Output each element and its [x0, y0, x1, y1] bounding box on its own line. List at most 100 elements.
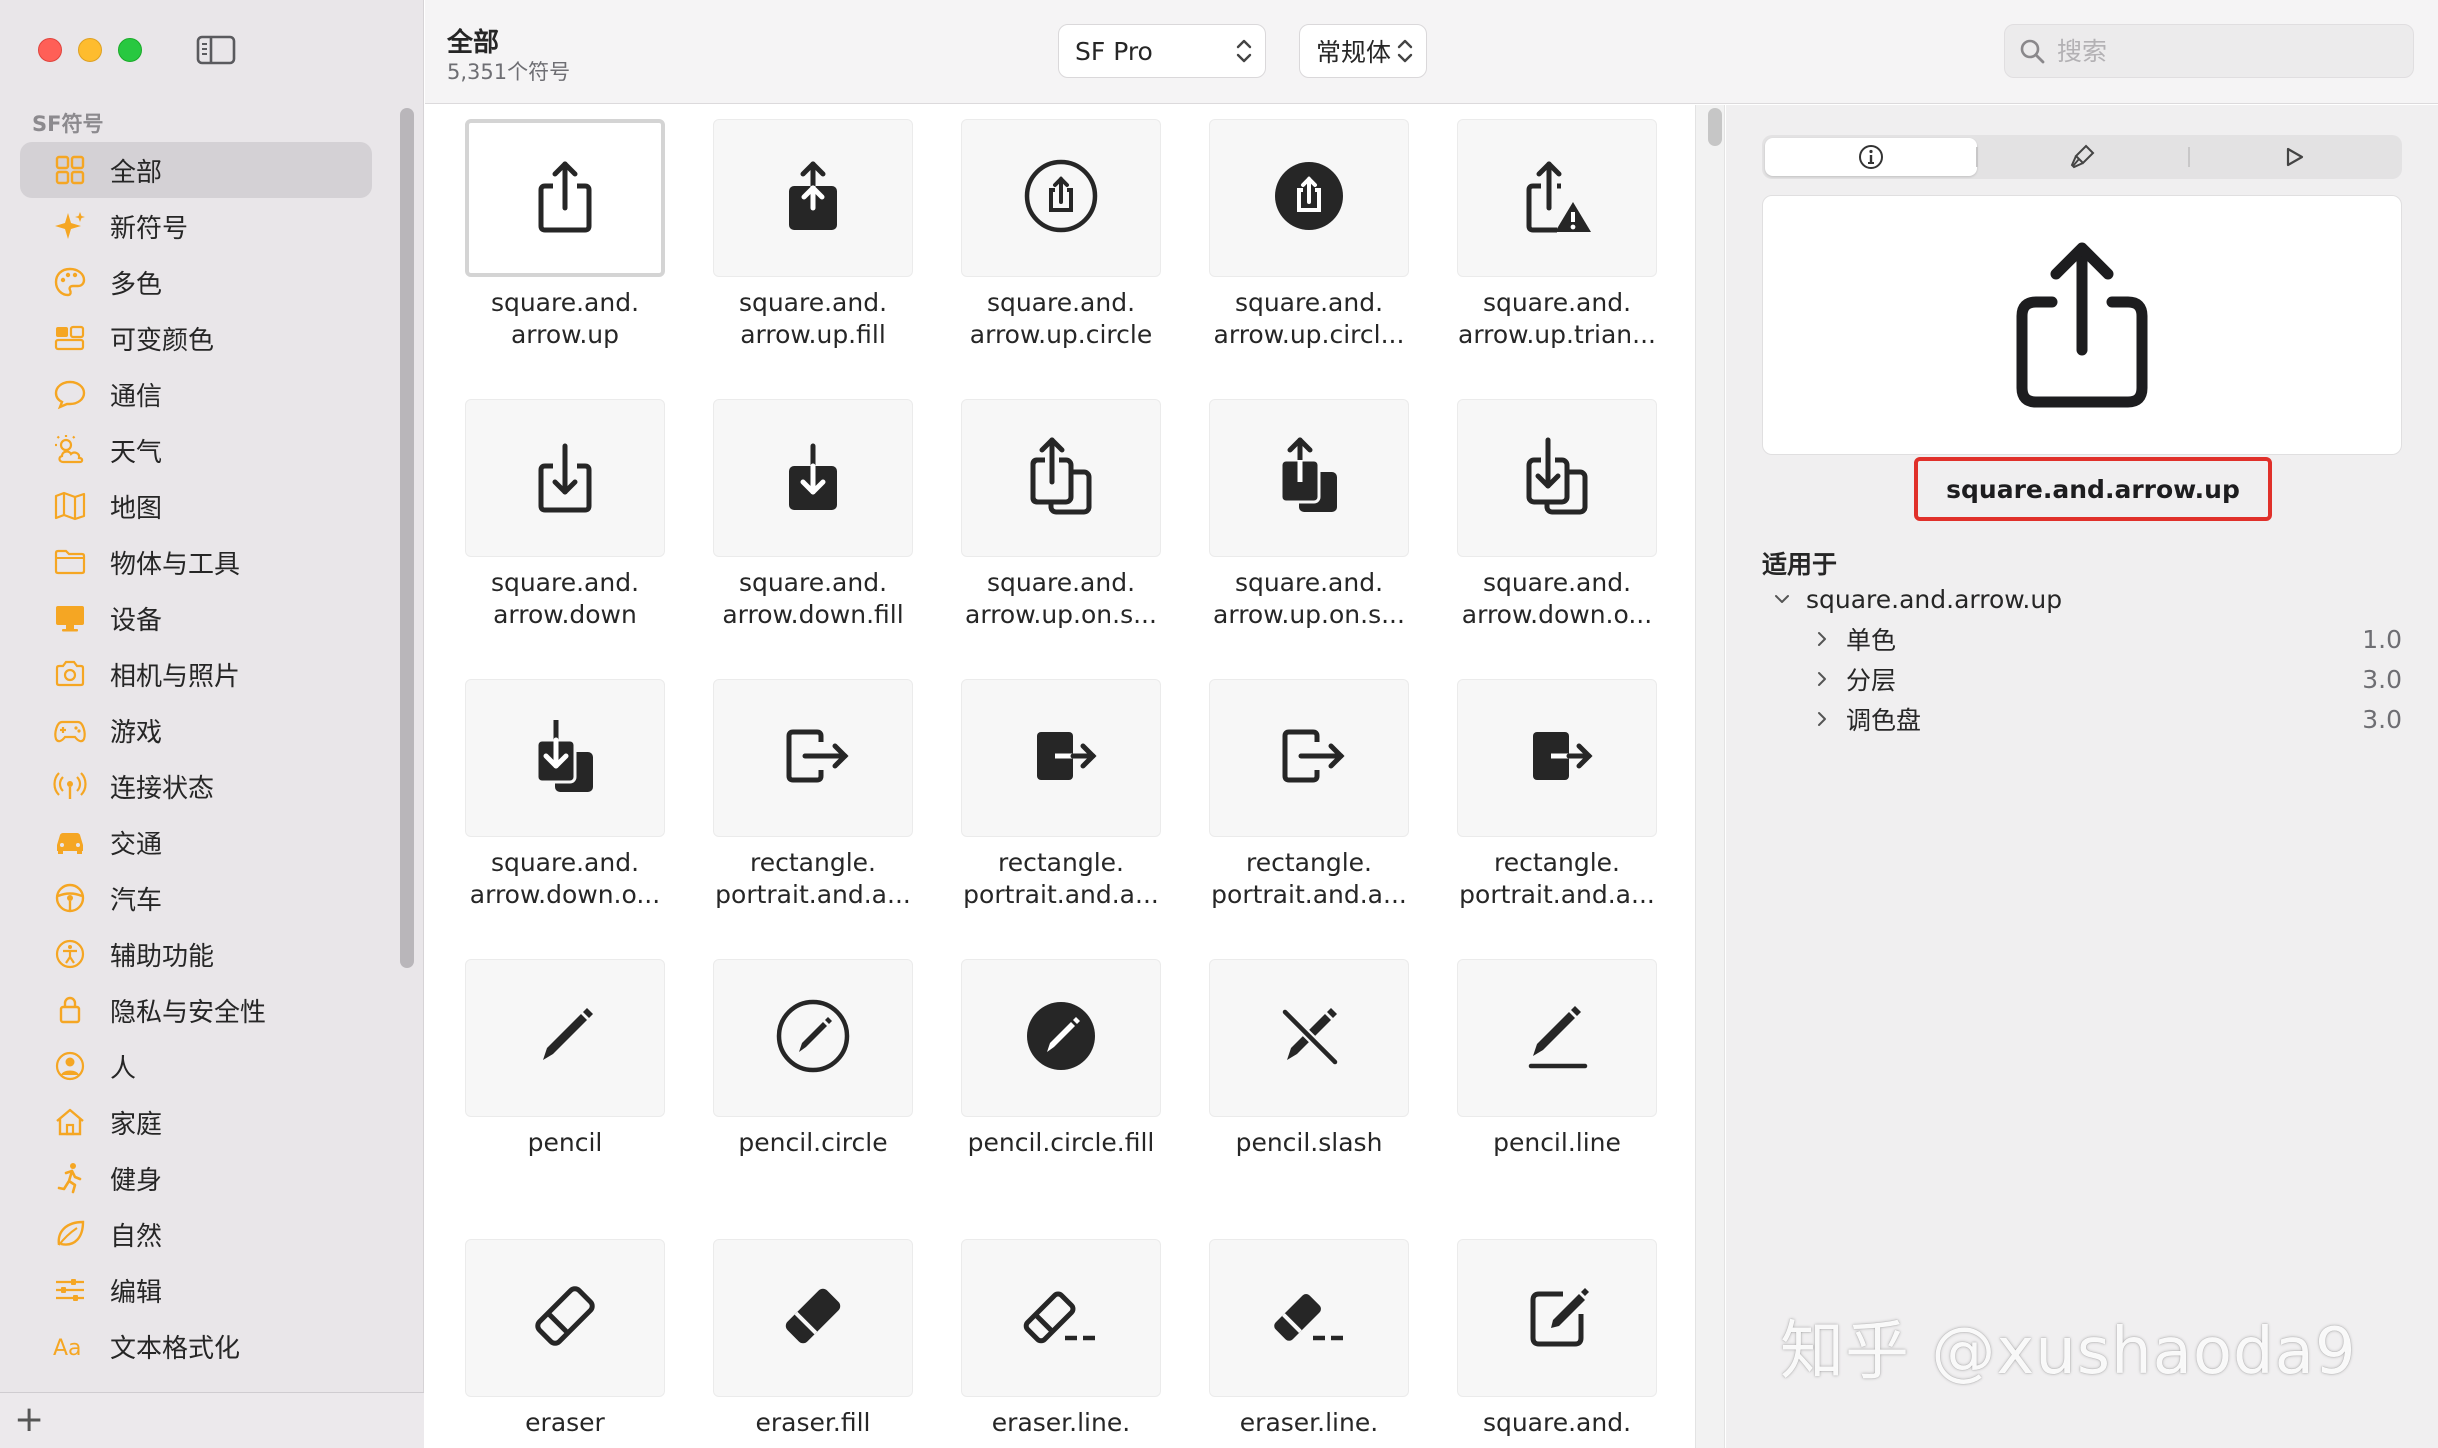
zoom-window-button[interactable] — [118, 38, 142, 62]
symbol-tile[interactable] — [465, 959, 665, 1117]
symbol-tile[interactable] — [465, 399, 665, 557]
sidebar-item-1[interactable]: 全部 — [20, 142, 372, 198]
sidebar-item-16[interactable]: 隐私与安全性 — [20, 982, 372, 1038]
chevron-right-icon[interactable] — [1810, 627, 1834, 651]
symbol-tile[interactable] — [713, 1239, 913, 1397]
chevron-down-icon[interactable] — [1770, 587, 1794, 611]
symbol-cell[interactable]: square.and. arrow.up.circle — [961, 119, 1161, 399]
search-input[interactable] — [2057, 37, 2387, 66]
symbol-cell[interactable]: rectangle. portrait.and.a... — [1209, 679, 1409, 959]
symbol-label: square.and. arrow.up.circl... — [1214, 287, 1405, 351]
symbol-tile[interactable] — [961, 119, 1161, 277]
sidebar-scrollbar[interactable] — [400, 108, 414, 968]
sidebar-item-19[interactable]: 健身 — [20, 1150, 372, 1206]
tab-style[interactable] — [1976, 138, 2188, 176]
symbol-cell[interactable]: rectangle. portrait.and.a... — [961, 679, 1161, 959]
chevron-right-icon[interactable] — [1810, 667, 1834, 691]
symbol-tile[interactable] — [465, 679, 665, 837]
symbol-tile[interactable] — [1457, 1239, 1657, 1397]
symbol-cell[interactable]: rectangle. portrait.and.a... — [1457, 679, 1657, 959]
font-popup[interactable]: SF Pro — [1058, 24, 1266, 78]
tab-animation[interactable] — [2188, 138, 2400, 176]
sidebar-item-label: 游戏 — [110, 712, 162, 749]
tab-info[interactable] — [1765, 138, 1977, 176]
sidebar-item-11[interactable]: 游戏 — [20, 702, 372, 758]
symbol-cell[interactable]: pencil — [465, 959, 665, 1239]
symbol-tile[interactable] — [1457, 679, 1657, 837]
symbol-cell[interactable]: pencil.circle.fill — [961, 959, 1161, 1239]
sidebar-item-21[interactable]: 编辑 — [20, 1262, 372, 1318]
close-window-button[interactable] — [38, 38, 62, 62]
grid-scrollbar[interactable] — [1708, 108, 1722, 146]
sidebar-item-22[interactable]: Aa文本格式化 — [20, 1318, 372, 1374]
chevron-updown-icon — [1396, 35, 1414, 67]
selected-symbol-name[interactable]: square.and.arrow.up — [1914, 457, 2272, 521]
symbol-cell[interactable]: eraser.line. — [961, 1239, 1161, 1448]
symbol-tile[interactable] — [1209, 679, 1409, 837]
toolbar: 全部 5,351个符号 SF Pro 常规体 — [425, 0, 2438, 104]
sidebar-item-18[interactable]: 家庭 — [20, 1094, 372, 1150]
sidebar-item-6[interactable]: 天气 — [20, 422, 372, 478]
symbol-tile[interactable] — [713, 679, 913, 837]
symbol-cell[interactable]: square.and. arrow.up.on.s... — [961, 399, 1161, 679]
sidebar-item-15[interactable]: 辅助功能 — [20, 926, 372, 982]
search-field[interactable] — [2004, 24, 2414, 78]
sidebar-item-4[interactable]: 可变颜色 — [20, 310, 372, 366]
symbol-cell[interactable]: square.and. arrow.down.o... — [465, 679, 665, 959]
symbol-cell[interactable]: square.and. arrow.up — [465, 119, 665, 399]
symbol-cell[interactable]: rectangle. portrait.and.a... — [713, 679, 913, 959]
symbol-tile[interactable] — [465, 1239, 665, 1397]
sidebar-item-5[interactable]: 通信 — [20, 366, 372, 422]
symbol-cell[interactable]: eraser — [465, 1239, 665, 1448]
symbol-tile[interactable] — [1209, 959, 1409, 1117]
symbol-tile[interactable] — [713, 959, 913, 1117]
tree-root[interactable]: square.and.arrow.up — [1770, 579, 2402, 619]
sidebar-toggle-icon[interactable] — [196, 34, 236, 66]
symbol-tile[interactable] — [961, 399, 1161, 557]
symbol-tile[interactable] — [713, 399, 913, 557]
sidebar-item-label: 隐私与安全性 — [110, 992, 266, 1029]
tree-item[interactable]: 单色1.0 — [1770, 619, 2402, 659]
symbol-cell[interactable]: eraser.fill — [713, 1239, 913, 1448]
sidebar-item-17[interactable]: 人 — [20, 1038, 372, 1094]
symbol-cell[interactable]: square.and. arrow.up.fill — [713, 119, 913, 399]
sidebar-item-2[interactable]: 新符号 — [20, 198, 372, 254]
symbol-tile[interactable] — [1457, 399, 1657, 557]
symbol-tile[interactable] — [1209, 1239, 1409, 1397]
sidebar-item-8[interactable]: 物体与工具 — [20, 534, 372, 590]
weight-popup[interactable]: 常规体 — [1299, 24, 1427, 78]
symbol-tile[interactable] — [1457, 119, 1657, 277]
symbol-cell[interactable]: pencil.slash — [1209, 959, 1409, 1239]
chevron-right-icon[interactable] — [1810, 707, 1834, 731]
symbol-tile[interactable] — [1209, 119, 1409, 277]
symbol-cell[interactable]: eraser.line. — [1209, 1239, 1409, 1448]
symbol-tile[interactable] — [713, 119, 913, 277]
symbol-tile[interactable] — [1457, 959, 1657, 1117]
symbol-cell[interactable]: square.and. arrow.up.on.s... — [1209, 399, 1409, 679]
tree-item[interactable]: 分层3.0 — [1770, 659, 2402, 699]
sidebar-item-13[interactable]: 交通 — [20, 814, 372, 870]
minimize-window-button[interactable] — [78, 38, 102, 62]
symbol-cell[interactable]: pencil.line — [1457, 959, 1657, 1239]
symbol-tile[interactable] — [961, 959, 1161, 1117]
symbol-cell[interactable]: square.and. — [1457, 1239, 1657, 1448]
symbol-tile[interactable] — [961, 1239, 1161, 1397]
symbol-cell[interactable]: pencil.circle — [713, 959, 913, 1239]
symbol-cell[interactable]: square.and. arrow.down — [465, 399, 665, 679]
sidebar-item-3[interactable]: 多色 — [20, 254, 372, 310]
symbol-tile[interactable] — [1209, 399, 1409, 557]
symbol-cell[interactable]: square.and. arrow.up.trian... — [1457, 119, 1657, 399]
symbol-tile[interactable] — [961, 679, 1161, 837]
sidebar-item-12[interactable]: 连接状态 — [20, 758, 372, 814]
sidebar-item-9[interactable]: 设备 — [20, 590, 372, 646]
symbol-cell[interactable]: square.and. arrow.down.fill — [713, 399, 913, 679]
sidebar-item-7[interactable]: 地图 — [20, 478, 372, 534]
symbol-tile[interactable] — [465, 119, 665, 277]
sidebar-item-20[interactable]: 自然 — [20, 1206, 372, 1262]
symbol-cell[interactable]: square.and. arrow.down.o... — [1457, 399, 1657, 679]
tree-item[interactable]: 调色盘3.0 — [1770, 699, 2402, 739]
sidebar-item-10[interactable]: 相机与照片 — [20, 646, 372, 702]
symbol-cell[interactable]: square.and. arrow.up.circl... — [1209, 119, 1409, 399]
sidebar-item-14[interactable]: 汽车 — [20, 870, 372, 926]
add-collection-button[interactable]: + — [14, 1399, 44, 1440]
